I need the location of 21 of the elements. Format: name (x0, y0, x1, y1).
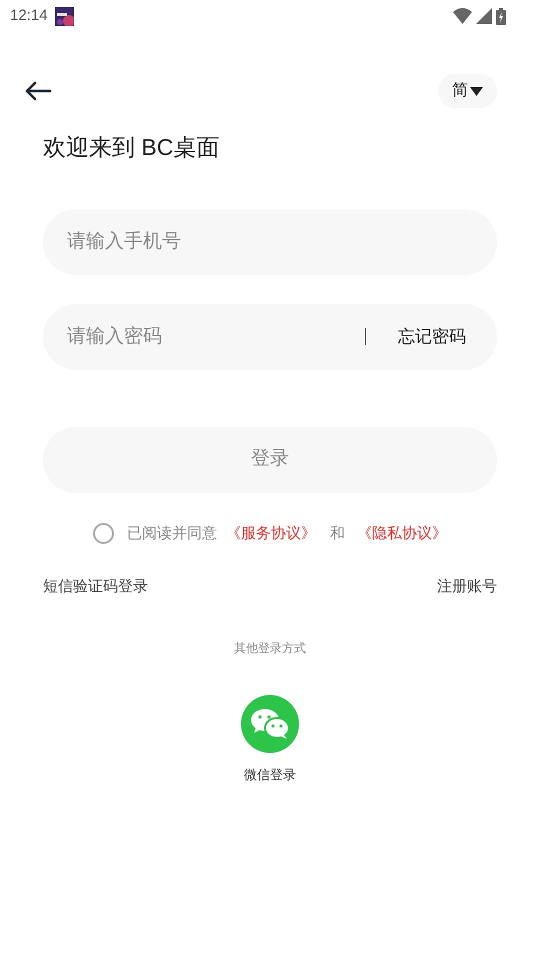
language-button[interactable]: 简 (438, 74, 497, 108)
phone-field[interactable]: 请输入手机号 (43, 208, 497, 274)
signal-icon (476, 8, 492, 24)
chat-bubbles-icon (250, 708, 290, 740)
forgot-password-link[interactable]: 忘记密码 (398, 324, 466, 350)
welcome-title: 欢迎来到 BC桌面 (43, 133, 220, 162)
privacy-agreement-link[interactable]: 《隐私协议》 (357, 522, 447, 545)
wifi-icon (453, 8, 472, 24)
battery-icon (496, 8, 506, 24)
other-login-heading: 其他登录方式 (234, 640, 306, 656)
sms-login-link[interactable]: 短信验证码登录 (43, 576, 148, 598)
service-agreement-link[interactable]: 《服务协议》 (226, 522, 316, 545)
caret-icon (470, 86, 483, 96)
agreement-checkbox[interactable] (93, 523, 114, 544)
notification-icon (54, 6, 74, 26)
agreement-text: 已阅读并同意 (127, 524, 217, 544)
back-button[interactable] (24, 81, 52, 101)
and-text: 和 (330, 524, 345, 544)
status-time: 12:14 (10, 6, 48, 26)
wechat-login-label: 微信登录 (244, 766, 296, 784)
register-link[interactable]: 注册账号 (437, 576, 497, 598)
